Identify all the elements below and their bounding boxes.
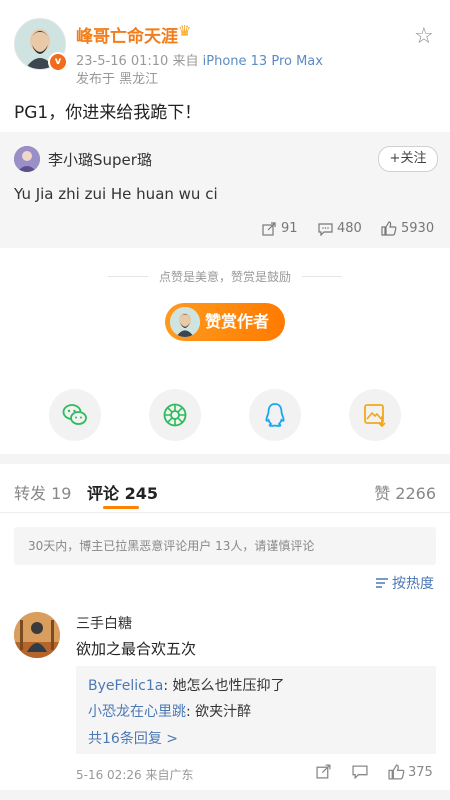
- reply-text: : 她怎么也性压抑了: [163, 678, 285, 694]
- repost-count: 91: [281, 221, 298, 236]
- comment-icon: [318, 222, 333, 236]
- verified-badge-icon: v: [48, 52, 68, 72]
- repost-count-button[interactable]: 91: [262, 221, 298, 236]
- reply-item[interactable]: 小恐龙在心里跳: 欲夹汁醉: [88, 701, 251, 721]
- like-count: 5930: [401, 221, 435, 236]
- reply-user[interactable]: 小恐龙在心里跳: [88, 704, 186, 720]
- share-wechat-button[interactable]: [49, 389, 101, 441]
- favorite-star-icon[interactable]: ☆: [414, 24, 434, 49]
- comment-time: 5-16 02:26 来自广东: [76, 768, 194, 782]
- wechat-icon: [62, 404, 87, 425]
- repost-text: Yu Jia zhi zui He huan wu ci: [14, 185, 218, 203]
- tab-comments[interactable]: 评论 245: [87, 480, 158, 504]
- reward-caption: 点赞是美意，赞赏是鼓励: [158, 270, 291, 284]
- comment-count-button[interactable]: 480: [318, 221, 362, 236]
- section-divider: [0, 454, 450, 464]
- source-prefix: 来自: [172, 54, 199, 69]
- tab-reposts[interactable]: 转发 19: [14, 480, 71, 504]
- post-meta: 23-5-16 01:10 来自 iPhone 13 Pro Max: [76, 50, 323, 69]
- comment-like-count: 375: [408, 764, 433, 780]
- commenter-name[interactable]: 三手白糖: [76, 613, 132, 633]
- follow-button[interactable]: +关注: [378, 146, 438, 172]
- like-count-button[interactable]: 5930: [381, 221, 434, 236]
- comment-text: 欲加之最合欢五次: [76, 640, 197, 658]
- comment-notice: 30天内，博主已拉黑恶意评论用户 13人，请谨慎评论: [14, 527, 436, 565]
- share-arrow-icon: [316, 764, 331, 779]
- sort-label: 按热度: [392, 576, 434, 592]
- tab-border: [0, 512, 450, 513]
- vip-crown-icon: ♛: [178, 22, 192, 40]
- share-qq-button[interactable]: [249, 389, 301, 441]
- commenter-avatar[interactable]: [14, 612, 60, 658]
- repost-user-avatar[interactable]: [14, 146, 40, 172]
- author-name[interactable]: 峰哥亡命天涯: [76, 22, 178, 47]
- post-time: 23-5-16 01:10: [76, 54, 169, 69]
- qq-icon: [265, 403, 285, 427]
- comment-reply-button[interactable]: [352, 764, 368, 779]
- reply-text: : 欲夹汁醉: [186, 704, 252, 720]
- comment-count: 480: [337, 221, 362, 236]
- reward-author-avatar: [170, 307, 200, 337]
- reward-button-label: 赞赏作者: [205, 312, 270, 331]
- share-arrow-icon: [262, 221, 276, 236]
- thumbs-up-icon: [388, 764, 405, 780]
- tab-likes[interactable]: 赞 2266: [374, 480, 436, 504]
- comment-like-button[interactable]: 375: [388, 764, 433, 780]
- view-all-replies-link[interactable]: 共16条回复 >: [88, 728, 178, 748]
- reply-item[interactable]: ByeFelic1a: 她怎么也性压抑了: [88, 675, 285, 695]
- active-tab-indicator: [103, 506, 139, 509]
- comment-icon: [352, 765, 368, 779]
- post-device[interactable]: iPhone 13 Pro Max: [203, 54, 323, 69]
- repost-user-name[interactable]: 李小璐Super璐: [48, 149, 152, 170]
- post-location: 发布于 黑龙江: [76, 72, 159, 87]
- moments-icon: [163, 403, 187, 427]
- share-moments-button[interactable]: [149, 389, 201, 441]
- comment-share-button[interactable]: [316, 764, 332, 779]
- save-image-icon: [364, 404, 386, 428]
- thumbs-up-icon: [381, 221, 397, 236]
- section-divider: [0, 790, 450, 800]
- sort-icon: [376, 578, 388, 588]
- sort-by-popularity-button[interactable]: 按热度: [375, 573, 434, 593]
- post-text: PG1，你进来给我跪下！: [14, 103, 202, 123]
- reply-user[interactable]: ByeFelic1a: [88, 678, 163, 694]
- save-image-button[interactable]: [349, 389, 401, 441]
